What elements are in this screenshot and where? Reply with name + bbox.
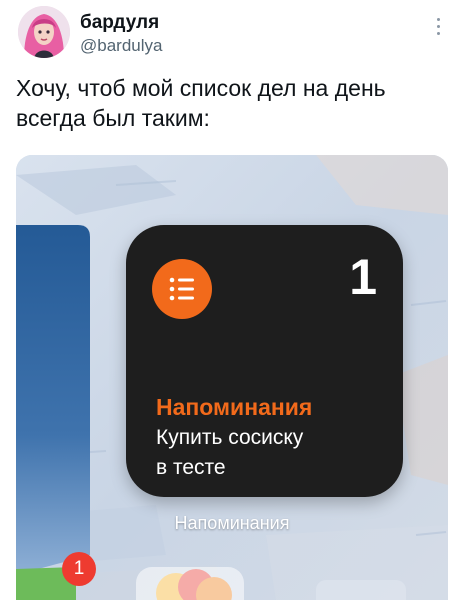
avatar-portrait-icon — [18, 6, 70, 58]
list-icon — [152, 259, 212, 319]
reminder-item-line: Купить сосиску — [156, 426, 304, 449]
tweet-image[interactable]: 1 Напоминания Купить сосиску в тесте Нап… — [16, 155, 448, 600]
reminder-item[interactable]: Купить сосиску в тесте — [156, 423, 303, 483]
author-name[interactable]: бардуля — [80, 12, 159, 34]
tweet-text-line: Хочу, чтоб мой список дел на день — [16, 75, 386, 101]
reminders-widget[interactable]: 1 Напоминания Купить сосиску в тесте — [126, 225, 403, 497]
avatar[interactable] — [18, 6, 70, 58]
tweet-screenshot: бардуля @bardulya Хочу, чтоб мой список … — [0, 0, 463, 600]
reminder-item-line: в тесте — [156, 456, 226, 479]
notification-badge: 1 — [62, 552, 96, 586]
widget-label: Напоминания — [174, 513, 290, 533]
widget-title: Напоминания — [156, 394, 313, 420]
reminders-count: 1 — [349, 249, 377, 305]
tweet-text-line: всегда был таким: — [16, 105, 210, 131]
more-options-icon[interactable] — [433, 18, 443, 40]
tweet-text: Хочу, чтоб мой список дел на день всегда… — [16, 73, 446, 133]
tweet-header: бардуля @bardulya — [16, 4, 447, 62]
author-handle[interactable]: @bardulya — [80, 36, 162, 56]
